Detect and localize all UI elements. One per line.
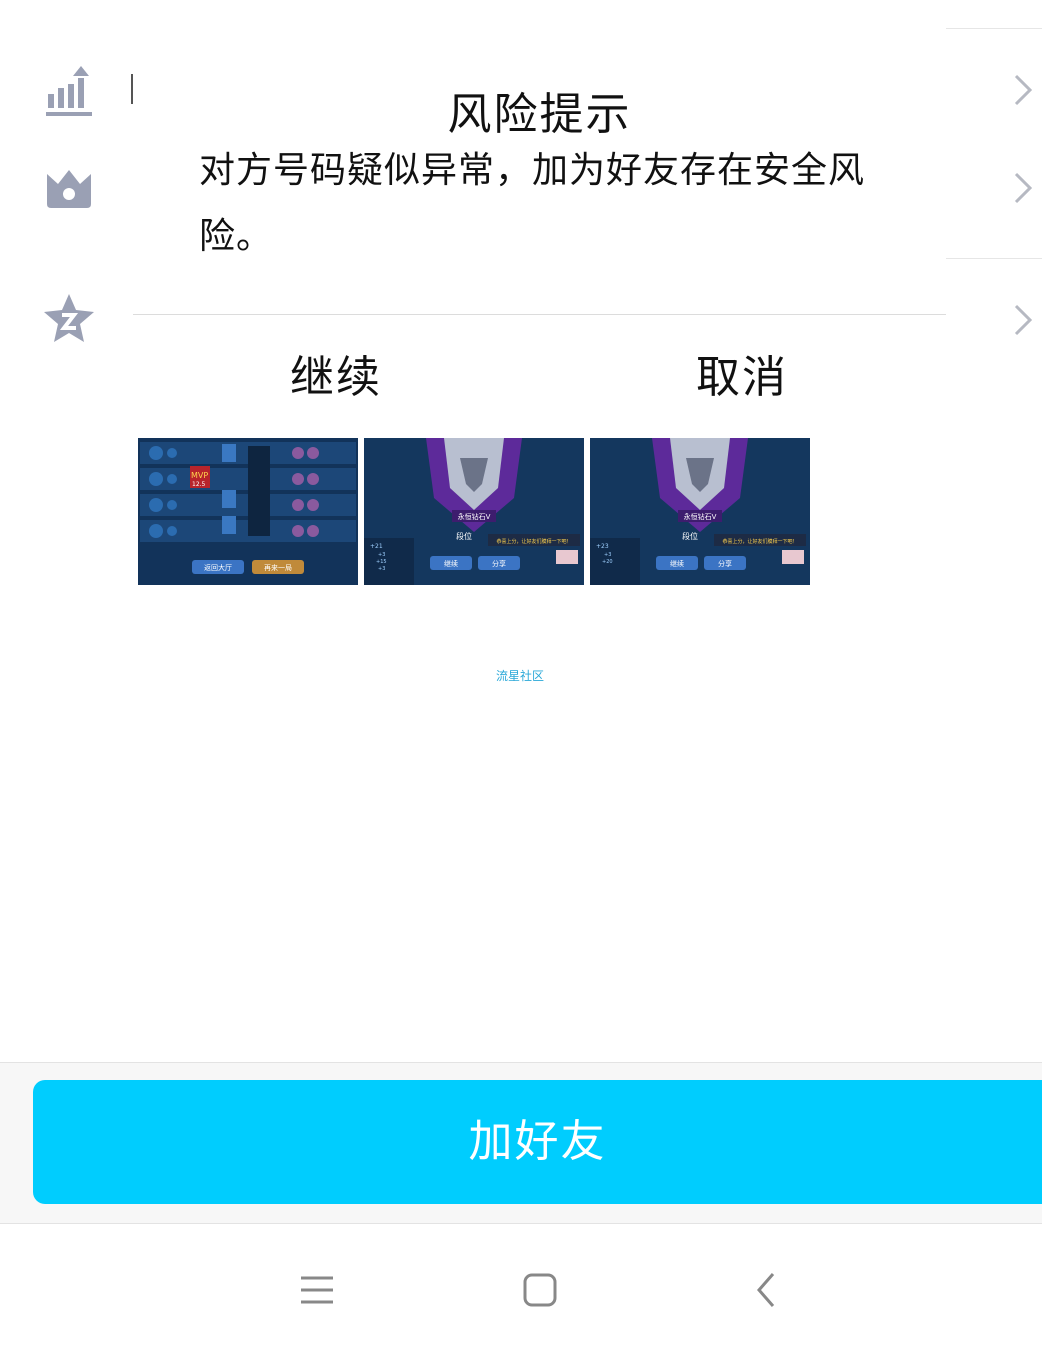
- cancel-button[interactable]: 取消: [539, 348, 945, 408]
- row-divider: [946, 28, 1042, 29]
- svg-text:继续: 继续: [670, 559, 684, 568]
- add-friend-button[interactable]: 加好友: [33, 1080, 1042, 1204]
- rank-name: 永恒钻石V: [458, 512, 491, 521]
- rank-image: 永恒钻石V 段位 恭喜上分，让好友们膜拜一下吧！ +23 +3 +20 继续 分…: [590, 438, 810, 585]
- rank-label: 段位: [682, 531, 698, 541]
- rank-name: 永恒钻石V: [684, 512, 717, 521]
- svg-text:+3: +3: [378, 552, 385, 558]
- screenshot-thumbnail[interactable]: 永恒钻石V 段位 恭喜上分，让好友们膜拜一下吧！ +23 +3 +20 继续 分…: [590, 438, 810, 585]
- play-again-label: 再来一局: [264, 564, 292, 572]
- chevron-right-icon[interactable]: [1008, 300, 1036, 340]
- mvp-badge: MVP: [191, 471, 208, 480]
- svg-text:分享: 分享: [492, 559, 506, 568]
- dialog-title: 风险提示: [447, 89, 632, 140]
- chevron-right-icon[interactable]: [1008, 168, 1036, 208]
- back-to-lobby-label: 返回大厅: [204, 563, 232, 572]
- dialog-divider: [133, 314, 946, 315]
- svg-text:+20: +20: [602, 559, 613, 565]
- row-divider: [946, 258, 1042, 259]
- dialog-message: 对方号码疑似异常，加为好友存在安全风险。: [199, 150, 866, 257]
- bottom-action-bar: 加好友: [0, 1062, 1042, 1224]
- page: 风险提示 对方号码疑似异常，加为好友存在安全风险。 继续 取消 MVP 12.5…: [0, 0, 1042, 1350]
- rank-tip: 恭喜上分，让好友们膜拜一下吧！: [496, 538, 571, 545]
- svg-text:继续: 继续: [444, 559, 458, 568]
- mvp-score: 12.5: [192, 481, 206, 488]
- risk-warning-dialog: 风险提示 对方号码疑似异常，加为好友存在安全风险。 继续 取消: [133, 26, 946, 426]
- back-icon[interactable]: [743, 1266, 791, 1314]
- rank-image: 永恒钻石V 段位 恭喜上分，让好友们膜拜一下吧！ +21 +3 +15 +3 继…: [364, 438, 584, 585]
- svg-text:+15: +15: [376, 559, 387, 565]
- chevron-right-icon[interactable]: [1008, 70, 1036, 110]
- crown-icon: [47, 170, 91, 208]
- svg-text:+3: +3: [604, 552, 611, 558]
- screenshot-thumbnail[interactable]: 永恒钻石V 段位 恭喜上分，让好友们膜拜一下吧！ +21 +3 +15 +3 继…: [364, 438, 584, 585]
- match-result-image: MVP 12.5 返回大厅 再来一局: [138, 438, 358, 585]
- svg-text:+3: +3: [378, 566, 385, 572]
- screenshot-thumbnail[interactable]: MVP 12.5 返回大厅 再来一局: [138, 438, 358, 585]
- community-link[interactable]: 流星社区: [420, 667, 620, 684]
- svg-text:+21: +21: [370, 543, 383, 550]
- rank-label: 段位: [456, 531, 472, 541]
- star-badge-icon: [44, 294, 94, 342]
- svg-text:+23: +23: [596, 543, 609, 550]
- continue-button[interactable]: 继续: [133, 348, 539, 408]
- rank-tip: 恭喜上分，让好友们膜拜一下吧！: [722, 538, 797, 545]
- trend-chart-icon: [46, 66, 92, 116]
- menu-icon[interactable]: [293, 1266, 341, 1314]
- home-icon[interactable]: [516, 1266, 564, 1314]
- svg-text:分享: 分享: [718, 559, 732, 568]
